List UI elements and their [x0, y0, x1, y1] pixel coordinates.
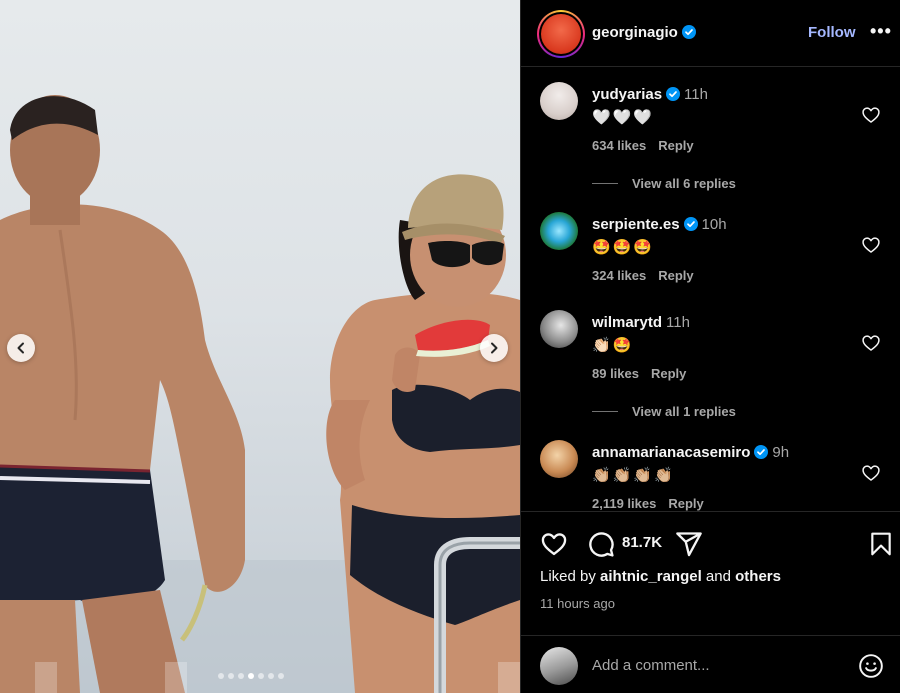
- post-media: [0, 0, 520, 693]
- previous-slide-button[interactable]: [7, 334, 35, 362]
- carousel-dot: [258, 673, 264, 679]
- liked-by-text: Liked by aihtnic_rangel and others: [540, 568, 781, 585]
- comment-meta: 634 likes Reply: [592, 138, 694, 153]
- post-side-panel: georginagio Follow ••• yudyarias 11h 🤍🤍🤍 …: [520, 0, 900, 693]
- comment-likes[interactable]: 89 likes: [592, 366, 639, 381]
- reply-button[interactable]: Reply: [658, 138, 693, 153]
- next-slide-button[interactable]: [480, 334, 508, 362]
- comment-time: 9h: [772, 444, 790, 461]
- verified-badge-icon: [666, 87, 681, 105]
- commenter-avatar[interactable]: [540, 310, 578, 348]
- comment-text: 🤍🤍🤍: [592, 109, 655, 126]
- carousel-indicator: [218, 673, 284, 679]
- more-options-icon[interactable]: •••: [870, 22, 892, 40]
- comment-likes[interactable]: 324 likes: [592, 268, 646, 283]
- view-replies-button[interactable]: View all 6 replies: [592, 176, 736, 191]
- share-send-icon[interactable]: [675, 530, 703, 558]
- like-heart-icon[interactable]: [540, 530, 568, 558]
- add-comment-input[interactable]: [592, 654, 832, 676]
- like-comment-heart-icon[interactable]: [861, 333, 881, 353]
- comment-bubble-icon[interactable]: [587, 530, 615, 558]
- comment-meta: 324 likes Reply: [592, 268, 694, 283]
- liked-by-user[interactable]: aihtnic_rangel: [600, 568, 702, 585]
- comment-time: 11h: [684, 86, 708, 103]
- commenter-avatar[interactable]: [540, 212, 578, 250]
- reply-button[interactable]: Reply: [668, 496, 703, 511]
- comment-time: 11h: [666, 314, 690, 331]
- comment-likes[interactable]: 634 likes: [592, 138, 646, 153]
- reply-button[interactable]: Reply: [658, 268, 693, 283]
- author-username[interactable]: georginagio: [592, 24, 696, 43]
- post-actions: 81.7K Liked by aihtnic_rangel and others…: [521, 511, 900, 693]
- carousel-dot: [268, 673, 274, 679]
- carousel-dot: [228, 673, 234, 679]
- carousel-dot: [238, 673, 244, 679]
- commenter-username[interactable]: serpiente.es 10h: [592, 216, 727, 235]
- comment-text: 👏🏼👏🏼👏🏼👏🏼: [592, 467, 675, 484]
- comment-meta: 89 likes Reply: [592, 366, 686, 381]
- verified-badge-icon: [754, 445, 769, 463]
- current-user-avatar: [540, 647, 578, 685]
- verified-badge-icon: [681, 25, 696, 43]
- comment-text: 🤩🤩🤩: [592, 239, 655, 256]
- view-replies-button[interactable]: View all 1 replies: [592, 404, 736, 419]
- post-timestamp[interactable]: 11 hours ago: [540, 596, 615, 611]
- add-comment-bar: [521, 635, 900, 693]
- emoji-icon[interactable]: [858, 653, 884, 679]
- comment-likes[interactable]: 2,119 likes: [592, 496, 656, 511]
- liked-by-others[interactable]: others: [735, 568, 781, 585]
- like-comment-heart-icon[interactable]: [861, 463, 881, 483]
- comment-count: 81.7K: [622, 534, 663, 551]
- post-photo: [0, 95, 520, 693]
- comments-list[interactable]: yudyarias 11h 🤍🤍🤍 634 likes Reply View all…: [521, 68, 900, 511]
- comment-text: 👏🏻🤩: [592, 337, 634, 354]
- chevron-left-icon: [17, 342, 24, 354]
- commenter-avatar[interactable]: [540, 440, 578, 478]
- verified-badge-icon: [683, 217, 698, 235]
- comment-meta: 2,119 likes Reply: [592, 496, 704, 511]
- commenter-username[interactable]: annamarianacasemiro 9h: [592, 444, 789, 463]
- reply-button[interactable]: Reply: [651, 366, 686, 381]
- commenter-avatar[interactable]: [540, 82, 578, 120]
- like-comment-heart-icon[interactable]: [861, 235, 881, 255]
- like-comment-heart-icon[interactable]: [861, 105, 881, 125]
- carousel-dot: [248, 673, 254, 679]
- comment-time: 10h: [701, 216, 727, 233]
- commenter-username[interactable]: yudyarias 11h: [592, 86, 708, 105]
- save-bookmark-icon[interactable]: [868, 530, 894, 558]
- commenter-username[interactable]: wilmarytd 11h: [592, 314, 690, 331]
- carousel-dot: [218, 673, 224, 679]
- follow-button[interactable]: Follow: [808, 24, 856, 41]
- author-avatar[interactable]: [537, 10, 585, 58]
- carousel-dot: [278, 673, 284, 679]
- post-header: georginagio Follow •••: [521, 0, 900, 67]
- chevron-right-icon: [491, 342, 498, 354]
